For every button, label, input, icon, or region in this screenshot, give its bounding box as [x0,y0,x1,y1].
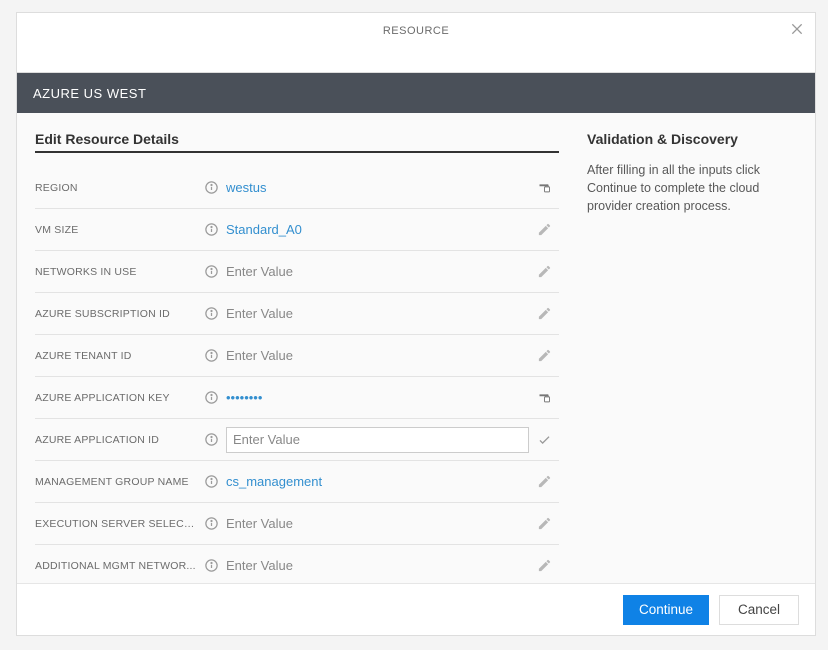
field-label: VM SIZE [35,224,200,236]
info-icon[interactable] [200,180,222,195]
pencil-icon[interactable] [529,474,559,489]
info-icon[interactable] [200,222,222,237]
info-icon[interactable] [200,558,222,573]
banner-title: AZURE US WEST [33,86,146,101]
field-value[interactable]: Enter Value [222,348,529,363]
field-label: NETWORKS IN USE [35,266,200,278]
field-row: AZURE SUBSCRIPTION ID Enter Value [35,293,559,335]
field-value[interactable]: Enter Value [222,264,529,279]
info-icon[interactable] [200,306,222,321]
field-label: EXECUTION SERVER SELECTOR [35,518,200,530]
validation-help-text: After filling in all the inputs click Co… [587,161,797,215]
field-value[interactable]: Enter Value [222,516,529,531]
modal-content: Edit Resource Details REGION westus VM SIZ… [17,113,815,583]
field-label: AZURE TENANT ID [35,350,200,362]
field-row: EXECUTION SERVER SELECTOR Enter Value [35,503,559,545]
info-icon[interactable] [200,432,222,447]
pencil-icon[interactable] [529,558,559,573]
resource-modal: RESOURCE AZURE US WEST Edit Resource Det… [16,12,816,636]
field-value[interactable]: Enter Value [222,558,529,573]
modal-title: RESOURCE [383,25,449,37]
field-label: AZURE APPLICATION ID [35,434,200,446]
validation-title: Validation & Discovery [587,131,797,147]
pencil-icon[interactable] [529,306,559,321]
field-row: AZURE TENANT ID Enter Value [35,335,559,377]
info-icon[interactable] [200,390,222,405]
field-label: AZURE APPLICATION KEY [35,392,200,404]
info-icon[interactable] [200,516,222,531]
field-label: AZURE SUBSCRIPTION ID [35,308,200,320]
field-row: MANAGEMENT GROUP NAME cs_management [35,461,559,503]
field-label: REGION [35,182,200,194]
validation-column: Validation & Discovery After filling in … [587,131,797,583]
edit-details-column: Edit Resource Details REGION westus VM SIZ… [35,131,559,583]
lock-icon [529,390,559,405]
edit-details-title: Edit Resource Details [35,131,559,153]
pencil-icon[interactable] [529,516,559,531]
field-row: AZURE APPLICATION ID [35,419,559,461]
field-row: ADDITIONAL MGMT NETWOR... Enter Value [35,545,559,583]
modal-header: RESOURCE [17,13,815,73]
field-row: NETWORKS IN USE Enter Value [35,251,559,293]
field-input[interactable] [226,427,529,453]
fields-list: REGION westus VM SIZE Standard_A0 NETWORKS I… [35,167,559,583]
field-value[interactable]: Standard_A0 [222,222,529,237]
field-row: VM SIZE Standard_A0 [35,209,559,251]
resource-banner: AZURE US WEST [17,73,815,113]
pencil-icon[interactable] [529,264,559,279]
info-icon[interactable] [200,264,222,279]
lock-icon [529,180,559,195]
field-value[interactable]: Enter Value [222,306,529,321]
info-icon[interactable] [200,348,222,363]
field-value[interactable]: westus [222,180,529,195]
field-label: MANAGEMENT GROUP NAME [35,476,200,488]
pencil-icon[interactable] [529,222,559,237]
continue-button[interactable]: Continue [623,595,709,625]
field-row: AZURE APPLICATION KEY •••••••• [35,377,559,419]
check-icon[interactable] [529,432,559,447]
pencil-icon[interactable] [529,348,559,363]
field-value[interactable]: cs_management [222,474,529,489]
field-value[interactable]: •••••••• [222,390,529,405]
cancel-button[interactable]: Cancel [719,595,799,625]
modal-footer: Continue Cancel [17,583,815,635]
field-label: ADDITIONAL MGMT NETWOR... [35,560,200,572]
close-icon[interactable] [789,21,805,42]
info-icon[interactable] [200,474,222,489]
field-row: REGION westus [35,167,559,209]
field-input-wrap [222,427,529,453]
